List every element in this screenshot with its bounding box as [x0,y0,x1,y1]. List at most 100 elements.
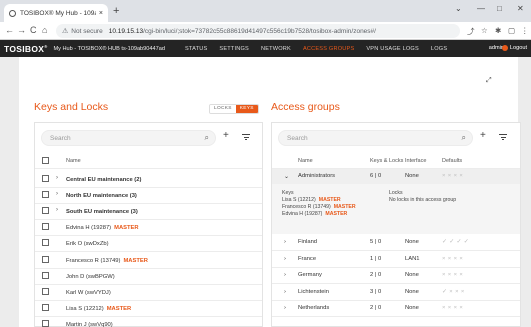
key-row-checkbox[interactable] [42,304,49,311]
group-interface: None [405,239,419,245]
filter-icon[interactable] [242,134,250,142]
master-badge: MASTER [123,257,148,264]
bookmark-star-icon[interactable]: ☆ [481,26,488,35]
group-key-item: Lisa S (12212) MASTER [282,197,341,203]
group-count: 2 | 0 [370,272,382,278]
chevron-right-icon[interactable]: › [56,207,58,213]
filter-icon[interactable] [499,134,507,142]
group-name: Administrators [298,173,336,179]
nav-vpn-usage-logs[interactable]: VPN USAGE LOGS [366,46,419,52]
chevron-down-icon[interactable]: ⌄ [284,173,289,180]
expand-icon[interactable]: ⤢ [486,77,492,85]
group-row[interactable]: › Finland 5 | 0 None ✓ ✓ ✓ ✓ [272,234,520,251]
key-row[interactable]: Lisa S (12212) MASTER [66,301,131,316]
key-group-row[interactable]: Central EU maintenance (2) [66,172,141,187]
close-window-button[interactable]: ✕ [517,4,524,13]
group-count: 1 | 0 [370,256,382,262]
extensions-icon[interactable]: ✱ [495,26,501,35]
keys-search[interactable]: Search ⌕ [41,130,216,146]
browser-tab[interactable]: TOSIBOX® My Hub - 109ab90447 × [4,4,108,22]
chevron-right-icon[interactable]: › [284,289,286,295]
url-host: 10.19.15.13 [108,27,144,35]
main-nav: STATUS SETTINGS NETWORK ACCESS GROUPS VP… [185,46,459,52]
group-key-item: Edvina H (19287) MASTER [282,211,348,217]
address-bar[interactable]: ⚠ Not secure 10.19.15.13 /cgi-bin/luci/;… [56,24,460,38]
key-row-checkbox[interactable] [42,207,49,214]
search-icon[interactable]: ⌕ [462,133,466,143]
new-tab-button[interactable]: + [113,5,119,17]
home-button[interactable]: ⌂ [42,25,47,35]
share-icon[interactable]: ⤴ [467,26,475,37]
key-group-row[interactable]: South EU maintenance (3) [66,204,138,219]
group-count: 5 | 0 [370,239,382,245]
nav-settings[interactable]: SETTINGS [219,46,249,52]
toggle-locks[interactable]: LOCKS [210,105,236,113]
forward-button[interactable]: → [17,25,26,35]
group-defaults: × × × × [442,173,464,179]
select-all-checkbox[interactable] [42,157,49,164]
key-group-row[interactable]: North EU maintenance (3) [66,188,137,203]
key-row-checkbox[interactable] [42,239,49,246]
restore-button[interactable]: □ [497,4,502,13]
nav-logs[interactable]: LOGS [431,46,447,52]
tab-close-icon[interactable]: × [99,10,103,17]
group-row[interactable]: › Lichtenstein 3 | 0 None ✓ × × × [272,284,520,301]
locks-keys-toggle: LOCKS KEYS [209,104,259,114]
group-row-administrators[interactable]: ⌄ Administrators 6 | 0 None × × × × [272,169,520,184]
logout-button[interactable]: Logout [501,45,527,51]
group-interface: None [405,173,419,179]
group-row[interactable]: › Netherlands 2 | 0 None × × × × [272,300,520,317]
brand-logo[interactable]: TOSIBOX® [4,44,47,54]
nav-access-groups[interactable]: ACCESS GROUPS [303,46,354,52]
key-row[interactable]: Martin J (swVq90) [66,317,113,327]
group-defaults: ✓ ✓ ✓ ✓ [442,239,470,245]
key-row-checkbox[interactable] [42,272,49,279]
column-interface: Interface [405,158,427,164]
key-row-checkbox[interactable] [42,320,49,327]
keys-search-input[interactable]: Search [50,135,205,142]
key-row-checkbox[interactable] [42,175,49,182]
key-row-checkbox[interactable] [42,256,49,263]
key-name: South EU maintenance (3) [66,208,138,215]
key-row[interactable]: Francesco R (13749) MASTER [66,253,148,268]
menu-icon[interactable]: ⋮ [521,26,529,35]
key-row[interactable]: John D (swBPGW) [66,269,115,284]
key-row[interactable]: Erik O (swDxZb) [66,236,109,251]
key-row-checkbox[interactable] [42,288,49,295]
reload-button[interactable]: C [30,25,37,35]
column-keys-locks: Keys & Locks [370,158,404,164]
group-row[interactable]: › Germany 2 | 0 None × × × × [272,267,520,284]
minimize-button[interactable]: — [477,4,485,13]
key-row[interactable]: Karl W (swVYDJ) [66,285,111,300]
key-row-checkbox[interactable] [42,191,49,198]
divider [272,316,520,317]
add-key-button[interactable]: + [223,130,229,141]
logout-icon [501,45,508,51]
chevron-right-icon[interactable]: › [284,239,286,245]
chevron-right-icon[interactable]: › [284,272,286,278]
nav-status[interactable]: STATUS [185,46,207,52]
key-name: John D (swBPGW) [66,273,115,280]
add-group-button[interactable]: + [480,130,486,141]
search-icon[interactable]: ⌕ [205,133,209,143]
group-name: Lichtenstein [298,289,329,295]
divider [35,251,262,252]
chevron-right-icon[interactable]: › [284,305,286,311]
group-name: Netherlands [298,305,330,311]
key-name: Edvina H (19287) [66,224,112,231]
nav-network[interactable]: NETWORK [261,46,291,52]
chevron-right-icon[interactable]: › [56,191,58,197]
key-name: Central EU maintenance (2) [66,176,142,183]
group-row[interactable]: › France 1 | 0 LAN1 × × × × [272,251,520,268]
tab-search-icon[interactable]: ⌄ [455,4,462,13]
groups-search[interactable]: Search ⌕ [278,130,473,146]
group-defaults: ✓ × × × [442,289,465,295]
key-row[interactable]: Edvina H (19287) MASTER [66,220,139,235]
chevron-right-icon[interactable]: › [56,175,58,181]
split-view-icon[interactable]: ▢ [508,26,515,35]
key-row-checkbox[interactable] [42,223,49,230]
back-button[interactable]: ← [5,25,14,35]
groups-search-input[interactable]: Search [287,135,462,142]
chevron-right-icon[interactable]: › [284,256,286,262]
toggle-keys[interactable]: KEYS [235,105,258,113]
